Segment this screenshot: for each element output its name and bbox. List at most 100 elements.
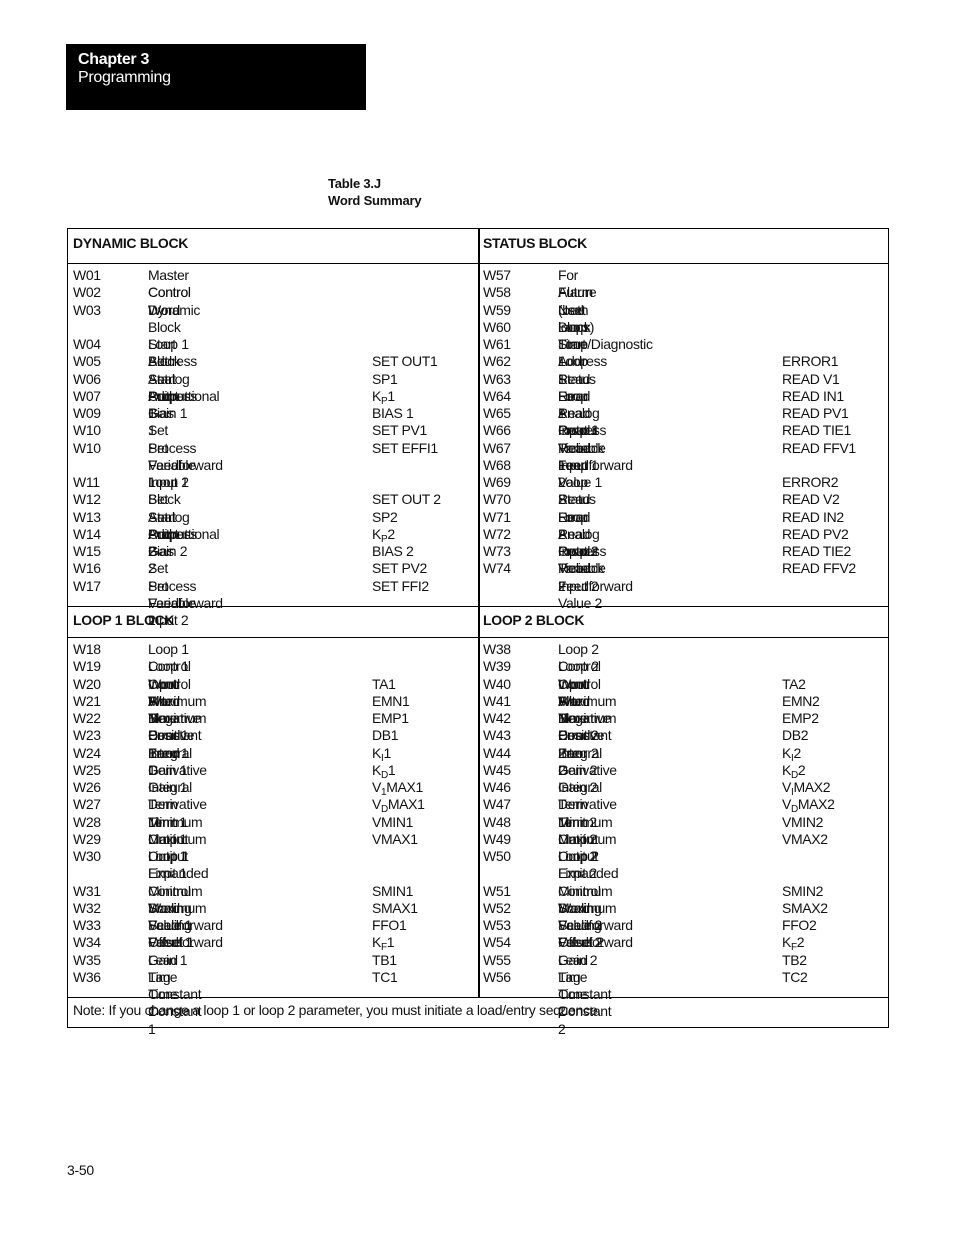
word-number: W04 xyxy=(73,336,101,352)
mnemonic-base: V xyxy=(372,796,381,813)
word-number: W41 xyxy=(483,692,511,709)
mnemonic: DB1 xyxy=(372,727,399,744)
mnemonic-base: K xyxy=(372,761,381,778)
word-number: W36 xyxy=(73,968,101,985)
section-heading: LOOP 2 BLOCK xyxy=(483,612,585,628)
word-number: W54 xyxy=(483,934,511,951)
mnemonic: KP2 xyxy=(372,525,395,545)
word-number: W50 xyxy=(483,848,511,864)
mnemonic: TB1 xyxy=(372,951,397,968)
word-number: W42 xyxy=(483,710,511,726)
mnemonic-base: K xyxy=(372,934,381,951)
mnemonic: SET FFI2 xyxy=(372,577,429,594)
word-number: W71 xyxy=(483,508,511,525)
word-number: W17 xyxy=(73,577,101,594)
mnemonic: VMIN2 xyxy=(782,813,824,830)
mnemonic-suffix: 2 xyxy=(797,761,806,778)
chapter-title: Programming xyxy=(78,69,171,86)
word-number: W31 xyxy=(73,882,101,899)
word-number: W07 xyxy=(73,387,101,404)
chapter-banner: Chapter 3 Programming xyxy=(66,44,366,110)
mnemonic: READ TIE1 xyxy=(782,422,851,439)
mnemonic: KF1 xyxy=(372,934,395,953)
word-number: W53 xyxy=(483,917,511,933)
section-heading: LOOP 1 BLOCK xyxy=(73,612,175,628)
mnemonic: READ V2 xyxy=(782,491,840,508)
mnemonic-suffix: MAX1 xyxy=(386,779,423,795)
mnemonic: SMAX2 xyxy=(782,899,828,916)
mnemonic: SMIN1 xyxy=(372,882,414,899)
word-number: W35 xyxy=(73,951,101,968)
mnemonic: EMN2 xyxy=(782,692,820,709)
mnemonic: VDMAX2 xyxy=(782,796,835,815)
mnemonic-suffix: 1 xyxy=(387,761,396,778)
mnemonic: KP1 xyxy=(372,387,395,407)
word-summary-table: DYNAMIC BLOCK W01 Master Control Word W02 C… xyxy=(67,228,889,1037)
word-number: W72 xyxy=(483,525,511,542)
word-number: W23 xyxy=(73,727,101,744)
word-number: W24 xyxy=(73,744,101,761)
column-divider xyxy=(478,229,480,997)
word-number: W49 xyxy=(483,830,511,847)
mnemonic-suffix: MAX2 xyxy=(797,796,835,813)
word-number: W55 xyxy=(483,951,511,968)
divider xyxy=(68,263,888,264)
word-number: W38 xyxy=(483,641,511,657)
mnemonic: READ IN1 xyxy=(782,387,844,404)
mnemonic: FFO2 xyxy=(782,917,817,933)
chapter-number: Chapter 3 xyxy=(78,51,150,68)
word-number: W59 xyxy=(483,301,511,318)
word-number: W68 xyxy=(483,456,511,473)
mnemonic-base: K xyxy=(372,744,381,761)
word-number: W62 xyxy=(483,353,511,370)
mnemonic: TA1 xyxy=(372,675,396,692)
word-number: W44 xyxy=(483,744,511,761)
word-number: W51 xyxy=(483,882,511,899)
table-title: Word Summary xyxy=(328,193,422,208)
mnemonic: SMAX1 xyxy=(372,899,418,916)
mnemonic: BIAS 1 xyxy=(372,405,414,421)
word-number: W66 xyxy=(483,422,511,439)
mnemonic: VIMAX2 xyxy=(782,779,831,798)
mnemonic-base: K xyxy=(782,761,791,778)
mnemonic: READ IN2 xyxy=(782,508,844,525)
mnemonic: V1MAX1 xyxy=(372,779,423,798)
word-number: W18 xyxy=(73,641,101,657)
mnemonic-base: K xyxy=(372,525,381,542)
mnemonic-base: K xyxy=(372,387,381,404)
word-number: W25 xyxy=(73,761,101,778)
word-number: W06 xyxy=(73,370,101,387)
section-heading: STATUS BLOCK xyxy=(483,235,587,251)
word-number: W27 xyxy=(73,796,101,813)
mnemonic: READ V1 xyxy=(782,370,840,387)
word-number: W32 xyxy=(73,899,101,916)
mnemonic-suffix: MAX2 xyxy=(793,779,831,795)
word-number: W46 xyxy=(483,779,511,795)
mnemonic-suffix: MAX1 xyxy=(387,796,425,813)
word-number: W03 xyxy=(73,301,101,318)
mnemonic: EMP2 xyxy=(782,710,819,726)
mnemonic: TA2 xyxy=(782,675,806,692)
mnemonic-base: V xyxy=(782,796,791,813)
mnemonic: SET EFFI1 xyxy=(372,439,438,456)
word-number: W67 xyxy=(483,439,511,456)
section-heading: DYNAMIC BLOCK xyxy=(73,235,189,251)
word-number: W21 xyxy=(73,692,101,709)
word-number: W10 xyxy=(73,439,101,456)
mnemonic: BIAS 2 xyxy=(372,543,414,559)
mnemonic: SET PV1 xyxy=(372,422,427,439)
word-number: W26 xyxy=(73,779,101,795)
word-number: W48 xyxy=(483,813,511,830)
mnemonic: KD1 xyxy=(372,761,396,781)
word-number: W19 xyxy=(73,658,101,675)
word-number: W43 xyxy=(483,727,511,744)
mnemonic-suffix: 2 xyxy=(387,525,395,542)
mnemonic: KF2 xyxy=(782,934,805,953)
mnemonic-base: K xyxy=(782,934,791,951)
mnemonic: KI2 xyxy=(782,745,801,764)
word-number: W09 xyxy=(73,405,101,421)
mnemonic: READ FFV1 xyxy=(782,439,856,456)
word-number: W30 xyxy=(73,848,101,864)
mnemonic-suffix: 2 xyxy=(796,934,805,951)
word-number: W29 xyxy=(73,830,101,847)
